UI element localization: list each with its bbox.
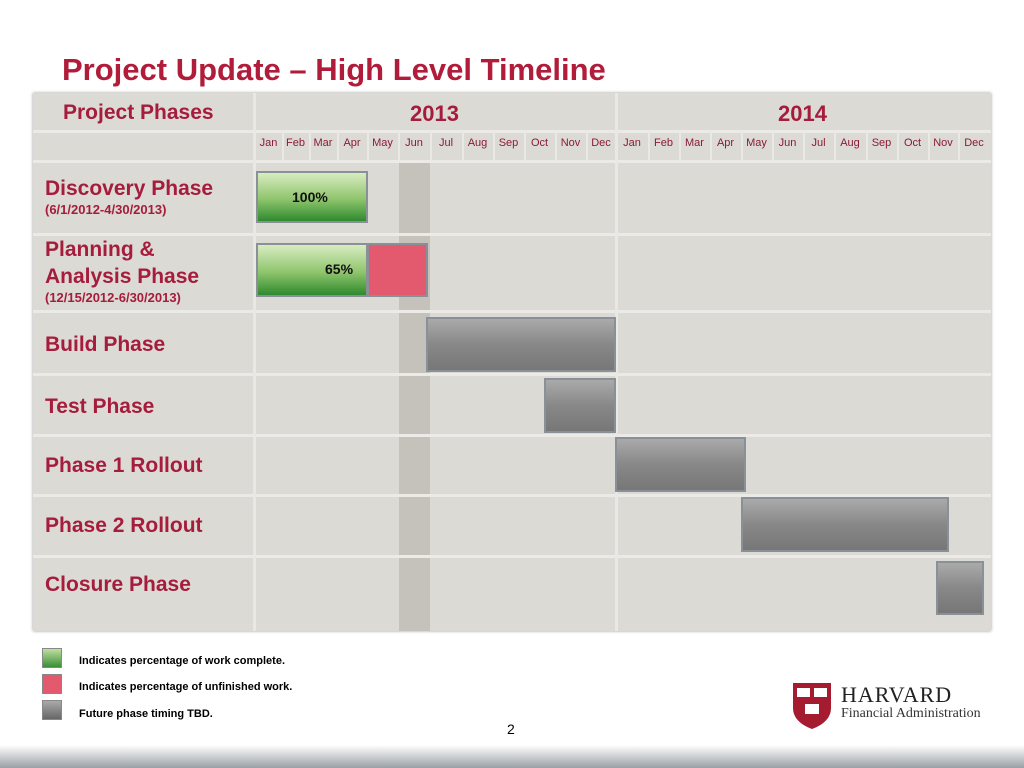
month-label: Nov xyxy=(933,137,953,149)
legend-complete-swatch xyxy=(42,648,62,668)
year-2014: 2014 xyxy=(778,101,827,126)
phase-name: Planning & Analysis Phase xyxy=(45,238,200,288)
logo-subtitle: Financial Administration xyxy=(841,706,981,721)
legend-unfinished-text: Indicates percentage of unfinished work. xyxy=(79,681,293,693)
page-number: 2 xyxy=(507,721,515,737)
page-title: Project Update – High Level Timeline xyxy=(62,52,606,87)
month-label: Jan xyxy=(259,137,278,149)
year-2013: 2013 xyxy=(410,101,459,126)
month-label: Jun xyxy=(778,137,797,149)
phase-name: Build Phase xyxy=(45,333,166,356)
row-divider xyxy=(33,160,991,163)
row-divider xyxy=(33,555,991,558)
row-divider xyxy=(33,434,991,437)
month-label: Dec xyxy=(591,137,611,149)
legend-tbd-text: Future phase timing TBD. xyxy=(79,708,213,720)
phase-name: Phase 2 Rollout xyxy=(45,514,203,537)
phase-name: Discovery Phase xyxy=(45,177,214,200)
month-label: Apr xyxy=(716,137,735,149)
phases-header: Project Phases xyxy=(63,101,214,124)
planning-percent: 65% xyxy=(325,261,354,277)
phase-dates: (12/15/2012-6/30/2013) xyxy=(45,290,181,305)
month-label: Jun xyxy=(405,137,423,149)
legend-complete-text: Indicates percentage of work complete. xyxy=(79,655,286,667)
legend-unfinished-swatch xyxy=(42,674,62,694)
month-label: Aug xyxy=(840,137,860,149)
harvard-shield-icon xyxy=(793,683,831,729)
phase-label: Build Phase xyxy=(45,331,245,358)
planning-unfinished-bar xyxy=(367,243,428,297)
month-label: Jul xyxy=(811,137,826,149)
harvard-logo xyxy=(792,682,832,735)
row-divider xyxy=(33,130,991,133)
legend-tbd-swatch xyxy=(42,700,62,720)
phase2-rollout-bar xyxy=(741,497,949,552)
discovery-percent: 100% xyxy=(292,189,328,205)
closure-bar xyxy=(936,561,984,615)
month-label: Dec xyxy=(964,137,984,149)
month-label: Feb xyxy=(286,137,305,149)
phase-dates: (6/1/2012-4/30/2013) xyxy=(45,202,167,217)
phase-label: Test Phase xyxy=(45,393,245,420)
month-label: May xyxy=(746,137,767,149)
month-label: Apr xyxy=(343,137,361,149)
month-label: Jan xyxy=(623,137,641,149)
phase-label: Closure Phase xyxy=(45,571,245,598)
month-label: May xyxy=(372,137,393,149)
month-label: Oct xyxy=(530,137,549,149)
phase-name: Test Phase xyxy=(45,395,155,418)
month-label: Nov xyxy=(560,137,581,149)
build-bar xyxy=(426,317,616,372)
phase-label: Phase 1 Rollout xyxy=(45,452,245,479)
phase-name: Phase 1 Rollout xyxy=(45,454,203,477)
phase-label: Discovery Phase (6/1/2012-4/30/2013) xyxy=(45,175,245,218)
month-label: Sep xyxy=(498,137,519,149)
test-bar xyxy=(544,378,616,433)
footer-band xyxy=(0,745,1024,768)
month-label: Feb xyxy=(654,137,673,149)
month-label: Aug xyxy=(467,137,488,149)
month-label: Jul xyxy=(438,137,454,149)
row-divider xyxy=(33,310,991,313)
phase-label: Planning & Analysis Phase (12/15/2012-6/3… xyxy=(45,236,245,306)
logo-name: HARVARD xyxy=(841,682,953,707)
row-divider xyxy=(33,373,991,376)
month-label: Mar xyxy=(313,137,333,149)
phase1-rollout-bar xyxy=(615,437,746,492)
month-label: Sep xyxy=(871,137,892,149)
phase-name: Closure Phase xyxy=(45,573,191,596)
month-label: Mar xyxy=(685,137,704,149)
month-label: Oct xyxy=(903,137,922,149)
phase-label: Phase 2 Rollout xyxy=(45,512,245,539)
